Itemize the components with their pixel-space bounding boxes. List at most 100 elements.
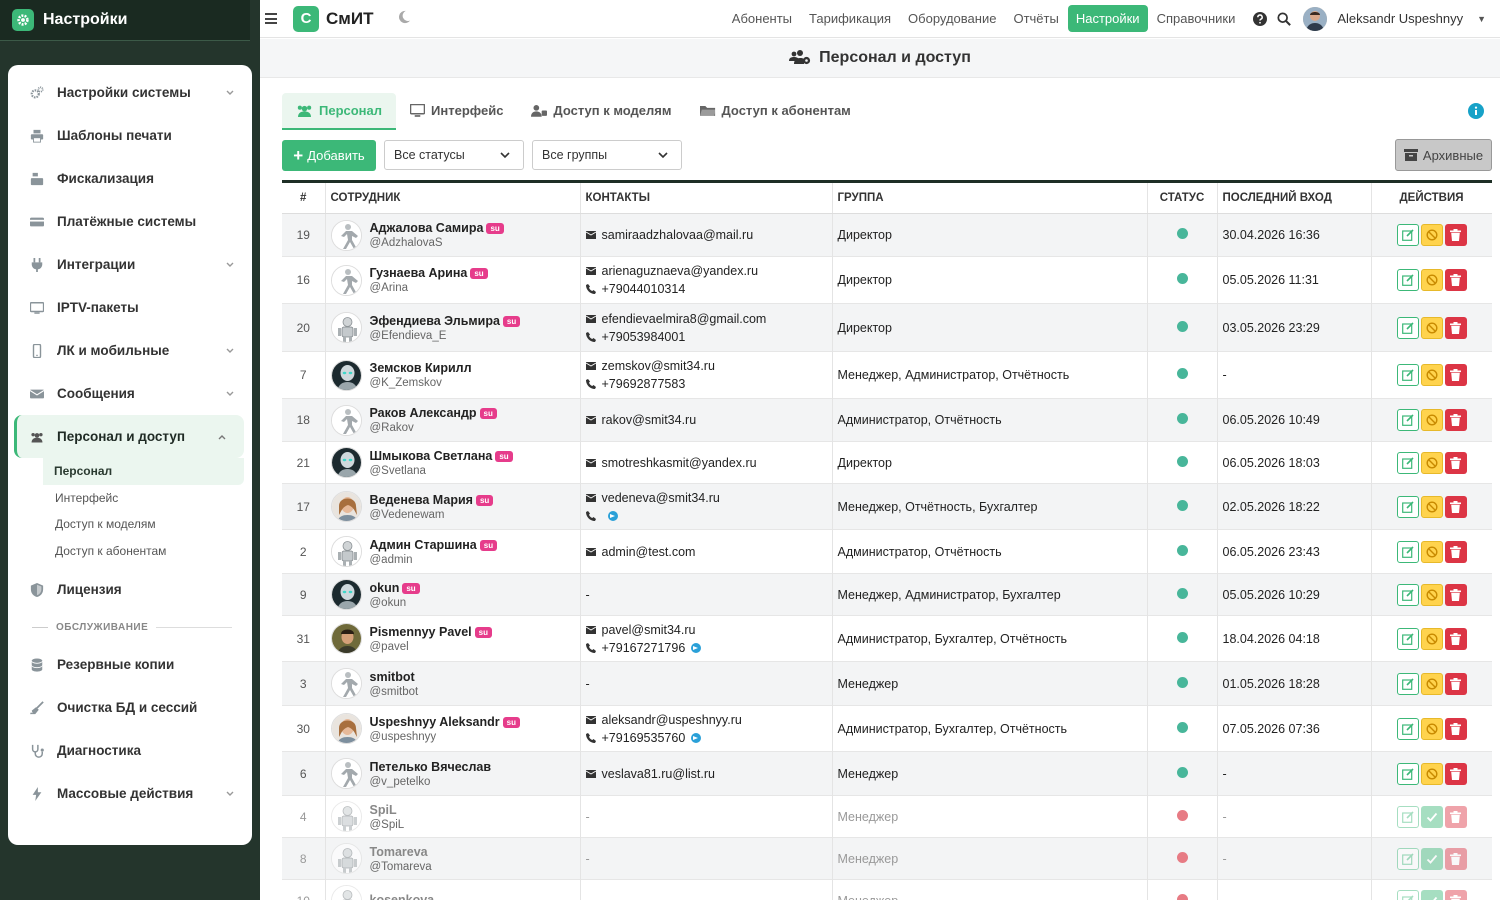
sidebar-item-sidebar-service_items-3[interactable]: Массовые действия xyxy=(8,772,252,815)
delete-button[interactable] xyxy=(1444,717,1467,740)
delete-button[interactable] xyxy=(1444,672,1467,695)
delete-button[interactable] xyxy=(1444,540,1467,563)
block-button[interactable] xyxy=(1420,451,1443,474)
tab-3[interactable]: Доступ к абонентам xyxy=(686,93,865,130)
block-button[interactable] xyxy=(1420,540,1443,563)
table-row[interactable]: 6 Петелько Вячеслав @v_petelko veslava81.ru… xyxy=(282,751,1492,796)
edit-button[interactable] xyxy=(1396,364,1419,386)
top-nav-item-4[interactable]: Настройки xyxy=(1067,5,1148,32)
telegram-icon[interactable] xyxy=(691,732,702,743)
delete-button[interactable] xyxy=(1444,316,1467,339)
employee-name[interactable]: okun xyxy=(370,581,400,595)
edit-button[interactable] xyxy=(1396,495,1419,518)
edit-button[interactable] xyxy=(1396,847,1419,870)
archive-button[interactable]: Архивные xyxy=(1395,139,1492,171)
tab-0[interactable]: Персонал xyxy=(282,93,397,130)
delete-button[interactable] xyxy=(1444,889,1467,900)
employee-name[interactable]: Веденева Мария xyxy=(370,493,473,507)
employee-name[interactable]: Эфендиева Эльмира xyxy=(370,314,500,328)
employee-name[interactable]: SpiL xyxy=(370,803,397,817)
top-nav-item-0[interactable]: Абоненты xyxy=(724,5,800,32)
delete-button[interactable] xyxy=(1444,805,1467,828)
delete-button[interactable] xyxy=(1444,847,1467,870)
telegram-icon[interactable] xyxy=(691,642,702,653)
employee-name[interactable]: Админ Старшина xyxy=(370,538,477,552)
sidebar-subitem-0[interactable]: Персонал xyxy=(43,458,244,485)
table-row[interactable]: 16 Гузнаева Арина su @Arina arienaguznaeva@y… xyxy=(282,256,1492,304)
restore-button[interactable] xyxy=(1420,847,1443,870)
employee-name[interactable]: Аджалова Самира xyxy=(370,221,484,235)
sidebar-item-sidebar-items-1[interactable]: Шаблоны печати xyxy=(8,114,252,157)
edit-button[interactable] xyxy=(1396,627,1419,650)
delete-button[interactable] xyxy=(1444,451,1467,474)
restore-button[interactable] xyxy=(1420,889,1443,900)
table-row[interactable]: 9 okun su @okun - Менеджер, Администратор, Бу… xyxy=(282,573,1492,616)
sidebar-subitem-1[interactable]: Интерфейс xyxy=(8,485,252,512)
delete-button[interactable] xyxy=(1444,495,1467,518)
contact-value[interactable]: efendievaelmira8@gmail.com xyxy=(602,312,767,326)
employee-name[interactable]: Земсков Кирилл xyxy=(370,361,472,375)
delete-button[interactable] xyxy=(1444,409,1467,431)
telegram-icon[interactable] xyxy=(607,510,618,521)
block-button[interactable] xyxy=(1420,762,1443,785)
sidebar-subitem-3[interactable]: Доступ к абонентам xyxy=(8,538,252,565)
top-nav-item-1[interactable]: Тарификация xyxy=(801,5,899,32)
edit-button[interactable] xyxy=(1396,805,1419,828)
table-row[interactable]: 31 Pismennyy Pavel su @pavel pavel@smit34.ru… xyxy=(282,615,1492,662)
table-row[interactable]: 8 Tomareva @Tomareva - Менеджер - xyxy=(282,837,1492,880)
table-row[interactable]: 10 kosenkova - Менеджер xyxy=(282,879,1492,900)
block-button[interactable] xyxy=(1420,269,1443,291)
contact-value[interactable]: zemskov@smit34.ru xyxy=(602,359,715,373)
brand-logo[interactable]: С СмИТ xyxy=(293,5,373,32)
table-row[interactable]: 3 smitbot @smitbot - Менеджер 01.05.2026 18:2… xyxy=(282,661,1492,706)
delete-button[interactable] xyxy=(1444,583,1467,606)
table-row[interactable]: 18 Раков Александр su @Rakov rakov@smit34.ru… xyxy=(282,398,1492,442)
block-button[interactable] xyxy=(1420,627,1443,650)
employee-name[interactable]: Uspeshnyy Aleksandr xyxy=(370,715,500,729)
hamburger-menu-icon[interactable] xyxy=(265,13,277,24)
employee-name[interactable]: Шмыкова Светлана xyxy=(370,449,493,463)
sidebar-item-sidebar-items-7[interactable]: Сообщения xyxy=(8,372,252,415)
col-header-num[interactable]: # xyxy=(282,180,326,214)
moon-icon[interactable] xyxy=(397,10,411,27)
contact-value[interactable]: vedeneva@smit34.ru xyxy=(602,491,720,505)
group-filter-select[interactable]: Все группы xyxy=(532,140,682,170)
sidebar-item-sidebar-service_items-0[interactable]: Резервные копии xyxy=(8,643,252,686)
contact-value[interactable]: arienaguznaeva@yandex.ru xyxy=(602,264,759,278)
contact-value[interactable]: samiraadzhalovaa@mail.ru xyxy=(602,228,754,242)
contact-value[interactable]: veslava81.ru@list.ru xyxy=(602,767,715,781)
sidebar-item-sidebar-items-0[interactable]: Настройки системы xyxy=(8,71,252,114)
edit-button[interactable] xyxy=(1396,269,1419,291)
restore-button[interactable] xyxy=(1420,805,1443,828)
edit-button[interactable] xyxy=(1396,409,1419,431)
table-row[interactable]: 30 Uspeshnyy Aleksandr su @uspeshnyy aleksan… xyxy=(282,705,1492,752)
employee-name[interactable]: Pismennyy Pavel xyxy=(370,625,472,639)
block-button[interactable] xyxy=(1420,583,1443,606)
block-button[interactable] xyxy=(1420,409,1443,431)
col-header-last-login[interactable]: ПОСЛЕДНИЙ ВХОД xyxy=(1217,180,1372,214)
employee-name[interactable]: kosenkova xyxy=(370,893,435,900)
edit-button[interactable] xyxy=(1396,717,1419,740)
edit-button[interactable] xyxy=(1396,316,1419,339)
sidebar-item-license[interactable]: Лицензия xyxy=(8,568,252,611)
help-icon[interactable] xyxy=(1253,11,1268,26)
edit-button[interactable] xyxy=(1396,762,1419,785)
status-filter-select[interactable]: Все статусы xyxy=(384,140,524,170)
delete-button[interactable] xyxy=(1444,627,1467,650)
delete-button[interactable] xyxy=(1444,364,1467,386)
employee-name[interactable]: Раков Александр xyxy=(370,406,477,420)
sidebar-subitem-2[interactable]: Доступ к моделям xyxy=(8,511,252,538)
sidebar-item-sidebar-items-2[interactable]: Фискализация xyxy=(8,157,252,200)
add-button[interactable]: + Добавить xyxy=(282,140,376,171)
delete-button[interactable] xyxy=(1444,224,1467,246)
employee-name[interactable]: smitbot xyxy=(370,670,415,684)
table-row[interactable]: 4 SpiL @SpiL - Менеджер - xyxy=(282,795,1492,838)
block-button[interactable] xyxy=(1420,364,1443,386)
edit-button[interactable] xyxy=(1396,224,1419,246)
block-button[interactable] xyxy=(1420,316,1443,339)
contact-value[interactable]: admin@test.com xyxy=(602,545,696,559)
col-header-group[interactable]: ГРУППА xyxy=(832,180,1148,214)
table-row[interactable]: 7 Земсков Кирилл @K_Zemskov zemskov@smit34.… xyxy=(282,351,1492,399)
table-row[interactable]: 17 Веденева Мария su @Vedenewam vedeneva@smi… xyxy=(282,483,1492,530)
col-header-employee[interactable]: СОТРУДНИК xyxy=(325,180,581,214)
